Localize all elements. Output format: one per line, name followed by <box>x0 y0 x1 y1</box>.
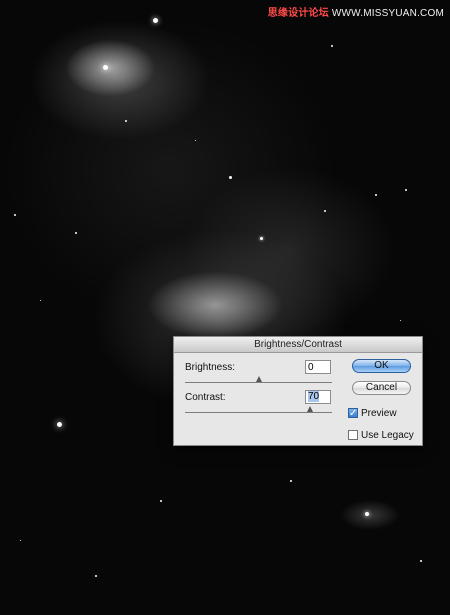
star <box>375 194 377 196</box>
brightness-slider-thumb[interactable] <box>256 376 262 382</box>
watermark: 思缘设计论坛 WWW.MISSYUAN.COM <box>268 4 444 19</box>
cancel-button[interactable]: Cancel <box>352 381 411 395</box>
star <box>103 65 108 70</box>
star <box>290 480 292 482</box>
star <box>260 237 263 240</box>
checkmark-icon: ✓ <box>349 408 358 419</box>
star <box>365 512 369 516</box>
preview-label[interactable]: Preview <box>361 408 397 419</box>
star <box>400 320 401 321</box>
dialog-titlebar[interactable]: Brightness/Contrast <box>174 337 422 353</box>
brightness-contrast-dialog: Brightness/Contrast Brightness: Contrast… <box>173 336 423 446</box>
watermark-url: WWW.MISSYUAN.COM <box>331 8 444 19</box>
star <box>14 214 16 216</box>
brightness-input[interactable] <box>305 360 331 374</box>
star <box>324 210 326 212</box>
contrast-value: 70 <box>308 391 320 402</box>
contrast-slider-thumb[interactable] <box>307 406 313 412</box>
star <box>195 140 196 141</box>
star <box>160 500 162 502</box>
brightness-slider-track[interactable] <box>185 382 332 383</box>
star <box>40 300 41 301</box>
star <box>420 560 422 562</box>
watermark-site-name: 思缘设计论坛 <box>267 8 329 19</box>
star <box>405 189 407 191</box>
star <box>331 45 333 47</box>
star <box>57 422 62 427</box>
brightness-label: Brightness: <box>185 362 236 373</box>
contrast-label: Contrast: <box>185 392 226 403</box>
star <box>75 232 77 234</box>
use-legacy-checkbox[interactable] <box>348 430 358 440</box>
star <box>229 176 232 179</box>
preview-checkbox[interactable]: ✓ <box>348 408 358 419</box>
nebula-image-canvas <box>0 0 450 615</box>
star <box>95 575 97 577</box>
use-legacy-label[interactable]: Use Legacy <box>361 430 414 441</box>
ok-button[interactable]: OK <box>352 359 411 373</box>
star <box>20 540 21 541</box>
star <box>125 120 127 122</box>
contrast-input[interactable]: 70 <box>305 390 331 404</box>
contrast-slider-track[interactable] <box>185 412 332 413</box>
star <box>153 18 158 23</box>
